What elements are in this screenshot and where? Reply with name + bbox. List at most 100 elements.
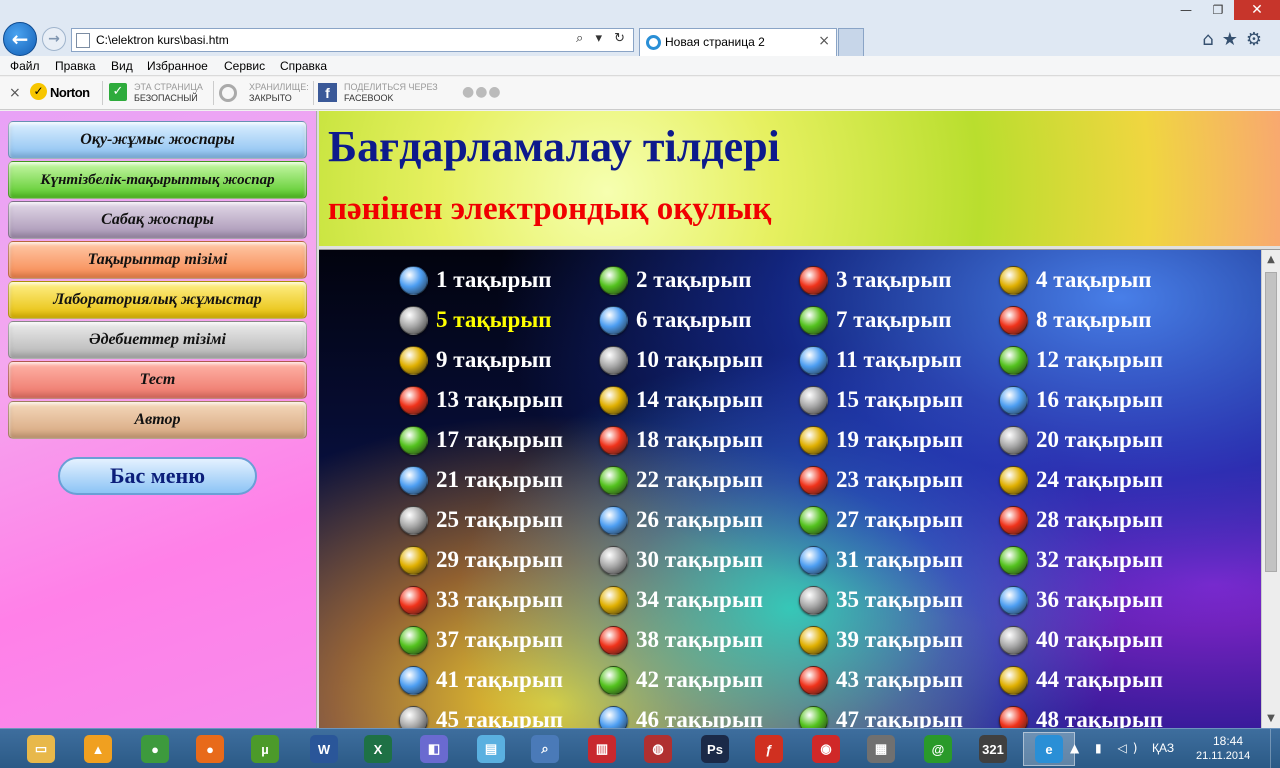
topic-label[interactable]: 14 тақырып xyxy=(636,387,763,413)
silver-orb-icon[interactable] xyxy=(399,305,428,335)
silver-orb-icon[interactable] xyxy=(799,585,828,615)
page-safety-status[interactable]: ЭТА СТРАНИЦА БЕЗОПАСНЫЙ xyxy=(134,82,203,104)
scroll-thumb[interactable] xyxy=(1265,272,1277,572)
taskbar-app[interactable]: X xyxy=(352,732,404,766)
topic-label[interactable]: 22 тақырып xyxy=(636,467,763,493)
silver-orb-icon[interactable] xyxy=(399,505,428,535)
topic-link[interactable]: 8 тақырып xyxy=(999,304,1152,336)
home-icon[interactable]: ⌂ xyxy=(1202,29,1221,50)
language-indicator[interactable]: ҚАЗ xyxy=(1152,741,1174,755)
red-orb-icon[interactable] xyxy=(799,265,828,295)
topic-label[interactable]: 27 тақырып xyxy=(836,507,963,533)
taskbar-app[interactable]: ◉ xyxy=(800,732,852,766)
topic-link[interactable]: 15 тақырып xyxy=(799,384,963,416)
more-options-icon[interactable]: ●●● xyxy=(462,84,502,100)
taskbar-app[interactable]: W xyxy=(298,732,350,766)
topic-label[interactable]: 30 тақырып xyxy=(636,547,763,573)
blue-orb-icon[interactable] xyxy=(599,505,628,535)
taskbar-app[interactable]: ▦ xyxy=(855,732,907,766)
topic-link[interactable]: 46 тақырып xyxy=(599,704,763,728)
topic-label[interactable]: 25 тақырып xyxy=(436,507,563,533)
topic-link[interactable]: 9 тақырып xyxy=(399,344,552,376)
blue-orb-icon[interactable] xyxy=(599,705,628,728)
green-orb-icon[interactable] xyxy=(599,465,628,495)
main-menu-button[interactable]: Бас меню xyxy=(58,457,257,495)
red-orb-icon[interactable] xyxy=(599,625,628,655)
left-menu-item[interactable]: Автор xyxy=(8,401,307,439)
topic-link[interactable]: 1 тақырып xyxy=(399,264,552,296)
taskbar-app[interactable]: ▭ xyxy=(15,732,67,766)
topic-link[interactable]: 12 тақырып xyxy=(999,344,1163,376)
taskbar-app[interactable]: @ xyxy=(912,732,964,766)
topic-label[interactable]: 6 тақырып xyxy=(636,307,752,333)
topic-link[interactable]: 39 тақырып xyxy=(799,624,963,656)
topic-label[interactable]: 11 тақырып xyxy=(836,347,962,373)
silver-orb-icon[interactable] xyxy=(599,545,628,575)
taskbar-app[interactable]: ▥ xyxy=(576,732,628,766)
topic-label[interactable]: 8 тақырып xyxy=(1036,307,1152,333)
taskbar-app[interactable]: ● xyxy=(184,732,236,766)
gold-orb-icon[interactable] xyxy=(799,425,828,455)
vault-status[interactable]: ХРАНИЛИЩЕ: ЗАКРЫТО xyxy=(249,82,309,104)
topic-label[interactable]: 29 тақырып xyxy=(436,547,563,573)
topic-label[interactable]: 43 тақырып xyxy=(836,667,963,693)
topic-label[interactable]: 44 тақырып xyxy=(1036,667,1163,693)
red-orb-icon[interactable] xyxy=(999,505,1028,535)
clock-date[interactable]: 21.11.2014 xyxy=(1196,750,1250,762)
topic-label[interactable]: 2 тақырып xyxy=(636,267,752,293)
green-orb-icon[interactable] xyxy=(599,265,628,295)
topic-label[interactable]: 32 тақырып xyxy=(1036,547,1163,573)
topic-link[interactable]: 42 тақырып xyxy=(599,664,763,696)
taskbar-app[interactable]: µ xyxy=(239,732,291,766)
left-menu-item[interactable]: Сабақ жоспары xyxy=(8,201,307,239)
topic-link[interactable]: 41 тақырып xyxy=(399,664,563,696)
topic-label[interactable]: 18 тақырып xyxy=(636,427,763,453)
topic-link[interactable]: 28 тақырып xyxy=(999,504,1163,536)
red-orb-icon[interactable] xyxy=(999,705,1028,728)
topic-link[interactable]: 5 тақырып xyxy=(399,304,552,336)
topic-label[interactable]: 28 тақырып xyxy=(1036,507,1163,533)
topic-label[interactable]: 24 тақырып xyxy=(1036,467,1163,493)
gold-orb-icon[interactable] xyxy=(999,665,1028,695)
gold-orb-icon[interactable] xyxy=(599,385,628,415)
topic-link[interactable]: 11 тақырып xyxy=(799,344,962,376)
topic-link[interactable]: 30 тақырып xyxy=(599,544,763,576)
clock-time[interactable]: 18:44 xyxy=(1213,734,1243,748)
taskbar-app[interactable]: ◧ xyxy=(408,732,460,766)
topic-link[interactable]: 14 тақырып xyxy=(599,384,763,416)
topic-label[interactable]: 46 тақырып xyxy=(636,707,763,728)
topic-link[interactable]: 7 тақырып xyxy=(799,304,952,336)
topic-link[interactable]: 33 тақырып xyxy=(399,584,563,616)
topic-link[interactable]: 10 тақырып xyxy=(599,344,763,376)
green-orb-icon[interactable] xyxy=(799,505,828,535)
topic-label[interactable]: 12 тақырып xyxy=(1036,347,1163,373)
topic-link[interactable]: 38 тақырып xyxy=(599,624,763,656)
topic-link[interactable]: 4 тақырып xyxy=(999,264,1152,296)
green-orb-icon[interactable] xyxy=(999,345,1028,375)
gold-orb-icon[interactable] xyxy=(599,585,628,615)
topic-link[interactable]: 26 тақырып xyxy=(599,504,763,536)
topic-link[interactable]: 25 тақырып xyxy=(399,504,563,536)
taskbar-app[interactable]: ▲ xyxy=(72,732,124,766)
norton-close-button[interactable]: × xyxy=(9,85,21,101)
topic-link[interactable]: 40 тақырып xyxy=(999,624,1163,656)
close-window-button[interactable]: ✕ xyxy=(1234,0,1280,20)
topic-link[interactable]: 32 тақырып xyxy=(999,544,1163,576)
left-menu-item[interactable]: Оқу-жұмыс жоспары xyxy=(8,121,307,159)
red-orb-icon[interactable] xyxy=(999,305,1028,335)
show-desktop-button[interactable] xyxy=(1270,729,1280,768)
topic-link[interactable]: 37 тақырып xyxy=(399,624,563,656)
silver-orb-icon[interactable] xyxy=(799,385,828,415)
share-facebook[interactable]: ПОДЕЛИТЬСЯ ЧЕРЕЗ FACEBOOK xyxy=(344,82,438,104)
gold-orb-icon[interactable] xyxy=(799,625,828,655)
blue-orb-icon[interactable] xyxy=(399,265,428,295)
topic-label[interactable]: 34 тақырып xyxy=(636,587,763,613)
green-orb-icon[interactable] xyxy=(599,665,628,695)
silver-orb-icon[interactable] xyxy=(999,425,1028,455)
topic-label[interactable]: 16 тақырып xyxy=(1036,387,1163,413)
topic-link[interactable]: 21 тақырып xyxy=(399,464,563,496)
red-orb-icon[interactable] xyxy=(799,465,828,495)
topic-link[interactable]: 13 тақырып xyxy=(399,384,563,416)
topic-link[interactable]: 19 тақырып xyxy=(799,424,963,456)
star-icon[interactable]: ★ xyxy=(1222,29,1246,50)
